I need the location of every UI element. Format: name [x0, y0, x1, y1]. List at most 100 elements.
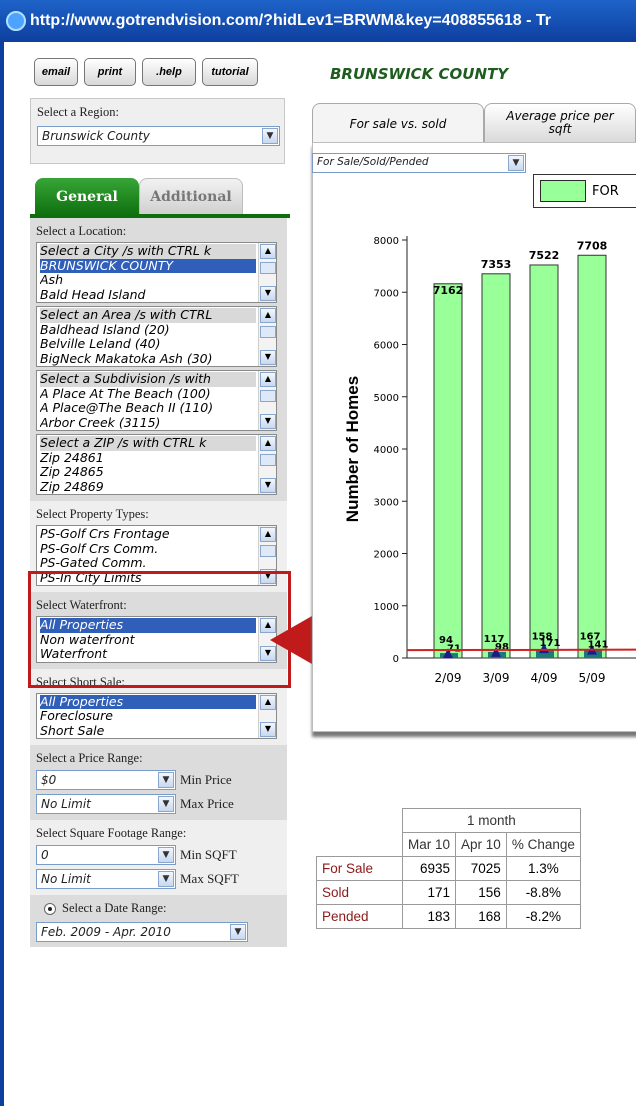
list-item[interactable]: Ash — [40, 273, 256, 288]
table-cell: -8.2% — [505, 904, 581, 929]
scroll-down-icon[interactable]: ▼ — [260, 286, 276, 301]
chevron-down-icon[interactable]: ▼ — [158, 796, 174, 812]
list-item[interactable]: Select an Area /s with CTRL — [40, 308, 256, 323]
table-cell: 171 — [401, 880, 457, 905]
scroll-down-icon[interactable]: ▼ — [260, 645, 276, 661]
scroll-down-icon[interactable]: ▼ — [260, 722, 276, 737]
help-button[interactable]: .help — [142, 58, 196, 86]
scrollbar[interactable]: ▲ ▼ — [258, 307, 276, 366]
list-item[interactable]: Belville Leland (40) — [40, 337, 256, 352]
browser-title: http://www.gotrendvision.com/?hidLev1=BR… — [30, 12, 552, 29]
tab-for-sale-vs-sold[interactable]: For sale vs. sold — [312, 103, 484, 143]
max-sqft-value: No Limit — [41, 872, 91, 886]
email-button[interactable]: email — [34, 58, 78, 86]
chevron-down-icon[interactable]: ▼ — [508, 155, 524, 171]
list-item[interactable]: Zip 24865 — [40, 465, 256, 480]
scrollbar[interactable]: ▲ ▼ — [258, 243, 276, 302]
list-item[interactable]: All Properties — [40, 618, 256, 633]
property-types-listbox[interactable]: PS-Golf Crs Frontage PS-Golf Crs Comm. P… — [36, 525, 277, 586]
scroll-thumb[interactable] — [260, 326, 276, 338]
area-listbox[interactable]: Select an Area /s with CTRL Baldhead Isl… — [36, 306, 277, 367]
max-price-select[interactable]: No Limit ▼ — [36, 794, 176, 814]
list-item[interactable]: Non waterfront — [40, 633, 256, 648]
list-item[interactable]: A Place At The Beach (100) — [40, 387, 256, 402]
max-price-value: No Limit — [41, 797, 91, 811]
county-title: BRUNSWICK COUNTY — [330, 65, 509, 83]
short-sale-section: Select Short Sale: All Properties Forecl… — [30, 668, 287, 745]
list-item[interactable]: Waterfront — [40, 647, 256, 662]
y-tick-label: 7000 — [374, 288, 399, 299]
tab-additional[interactable]: Additional — [139, 178, 243, 216]
list-item[interactable]: Select a ZIP /s with CTRL k — [40, 436, 256, 451]
bar-data-label: 7353 — [481, 258, 512, 271]
table-header: Mar 10 — [401, 832, 457, 857]
print-button[interactable]: print — [84, 58, 136, 86]
chart-type-select[interactable]: For Sale/Sold/Pended ▼ — [312, 153, 526, 173]
chevron-down-icon[interactable]: ▼ — [262, 128, 278, 144]
list-item[interactable]: BRUNSWICK COUNTY — [40, 258, 256, 273]
scroll-up-icon[interactable]: ▲ — [260, 308, 276, 323]
chevron-down-icon[interactable]: ▼ — [230, 924, 246, 940]
short-sale-listbox[interactable]: All Properties Foreclosure Short Sale ▲ ▼ — [36, 692, 277, 739]
chevron-down-icon[interactable]: ▼ — [158, 772, 174, 788]
scroll-up-icon[interactable]: ▲ — [260, 694, 276, 710]
chevron-down-icon[interactable]: ▼ — [158, 847, 174, 863]
region-select[interactable]: Brunswick County ▼ — [37, 126, 280, 146]
min-sqft-select[interactable]: 0 ▼ — [36, 845, 176, 865]
list-item[interactable]: PS-Golf Crs Comm. — [40, 542, 256, 557]
list-item[interactable]: Foreclosure — [40, 709, 256, 724]
scroll-up-icon[interactable]: ▲ — [260, 436, 276, 451]
list-item[interactable]: Zip 24869 — [40, 480, 256, 495]
scrollbar[interactable]: ▲ ▼ — [258, 435, 276, 494]
subdivision-listbox[interactable]: Select a Subdivision /s with A Place At … — [36, 370, 277, 431]
min-price-select[interactable]: $0 ▼ — [36, 770, 176, 790]
scroll-thumb[interactable] — [260, 545, 276, 557]
list-item[interactable]: Zip 24861 — [40, 451, 256, 466]
max-sqft-select[interactable]: No Limit ▼ — [36, 869, 176, 889]
list-item[interactable]: PS-Golf Crs Frontage — [40, 527, 256, 542]
list-item[interactable]: PS-In City Limits — [40, 571, 256, 586]
scrollbar[interactable]: ▲ ▼ — [258, 693, 276, 738]
chart-type-value: For Sale/Sold/Pended — [317, 156, 429, 168]
general-filters: Select a Location: Select a City /s with… — [30, 218, 287, 947]
list-item[interactable]: Short Sale — [40, 724, 256, 739]
zip-listbox[interactable]: Select a ZIP /s with CTRL k Zip 24861 Zi… — [36, 434, 277, 495]
region-label: Select a Region: — [37, 105, 119, 119]
scroll-thumb[interactable] — [260, 390, 276, 402]
list-item[interactable]: Bald Head Island — [40, 288, 256, 303]
scroll-thumb[interactable] — [260, 262, 276, 274]
chevron-down-icon[interactable]: ▼ — [158, 871, 174, 887]
list-item[interactable]: Baldhead Island (20) — [40, 323, 256, 338]
scrollbar[interactable]: ▲ ▼ — [258, 371, 276, 430]
scroll-up-icon[interactable]: ▲ — [260, 372, 276, 387]
city-listbox[interactable]: Select a City /s with CTRL k BRUNSWICK C… — [36, 242, 277, 303]
scroll-thumb[interactable] — [260, 454, 276, 466]
scroll-down-icon[interactable]: ▼ — [260, 478, 276, 493]
tutorial-button[interactable]: tutorial — [202, 58, 258, 86]
scroll-down-icon[interactable]: ▼ — [260, 414, 276, 429]
table-period-header: 1 month — [402, 808, 581, 833]
scroll-up-icon[interactable]: ▲ — [260, 244, 276, 259]
list-item[interactable]: BigNeck Makatoka Ash (30) — [40, 352, 256, 367]
region-box: Select a Region: Brunswick County ▼ — [30, 98, 285, 164]
date-range-select[interactable]: Feb. 2009 - Apr. 2010 ▼ — [36, 922, 248, 942]
list-item[interactable]: A Place@The Beach II (110) — [40, 401, 256, 416]
waterfront-listbox[interactable]: All Properties Non waterfront Waterfront… — [36, 616, 277, 663]
scrollbar[interactable]: ▲ ▼ — [258, 526, 276, 585]
tab-general[interactable]: General — [35, 178, 139, 216]
list-item[interactable]: Arbor Creek (3115) — [40, 416, 256, 431]
date-range-radio[interactable] — [44, 903, 56, 916]
list-item[interactable]: Select a City /s with CTRL k — [40, 244, 256, 259]
scroll-up-icon[interactable]: ▲ — [260, 527, 276, 542]
scroll-down-icon[interactable]: ▼ — [260, 569, 276, 584]
date-value: Feb. 2009 - Apr. 2010 — [41, 925, 171, 939]
scrollbar[interactable]: ▲ ▼ — [258, 617, 276, 662]
list-item[interactable]: Select a Subdivision /s with — [40, 372, 256, 387]
bar-for-sale — [433, 283, 463, 659]
marker-data-label: 171 — [540, 638, 561, 649]
scroll-up-icon[interactable]: ▲ — [260, 618, 276, 633]
list-item[interactable]: All Properties — [40, 694, 256, 709]
scroll-down-icon[interactable]: ▼ — [260, 350, 276, 365]
list-item[interactable]: PS-Gated Comm. — [40, 556, 256, 571]
tab-avg-price-sqft[interactable]: Average price per sqft — [484, 103, 636, 143]
